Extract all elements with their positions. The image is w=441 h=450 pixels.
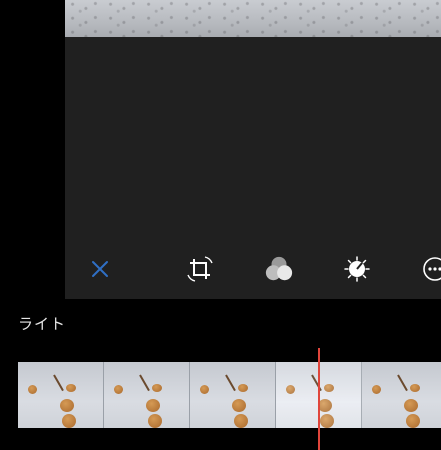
adjust-light-icon <box>344 256 370 282</box>
filmstrip[interactable] <box>18 362 441 428</box>
image-preview <box>65 0 441 37</box>
section-label: ライト <box>18 315 67 333</box>
filmstrip-frame[interactable] <box>104 362 190 428</box>
editor-panel <box>65 37 441 299</box>
more-options-button[interactable] <box>420 254 441 284</box>
close-icon <box>92 261 108 277</box>
more-options-icon <box>423 257 441 281</box>
adjust-light-button[interactable] <box>342 254 372 284</box>
filmstrip-frame[interactable] <box>362 362 441 428</box>
filters-button[interactable] <box>264 254 294 284</box>
filters-icon <box>265 256 293 281</box>
filmstrip-frame[interactable] <box>190 362 276 428</box>
close-button[interactable] <box>85 254 115 284</box>
filmstrip-frame[interactable] <box>18 362 104 428</box>
crop-rotate-icon <box>187 256 213 282</box>
playhead[interactable] <box>318 348 320 450</box>
crop-rotate-button[interactable] <box>185 254 215 284</box>
